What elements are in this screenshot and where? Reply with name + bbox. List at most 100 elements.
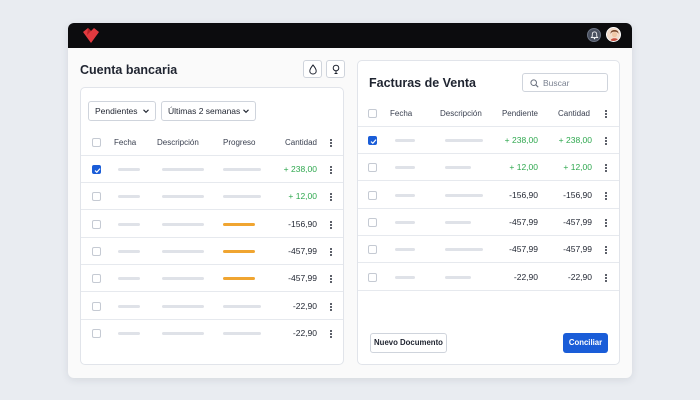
row-options-menu[interactable]: [605, 191, 608, 200]
row-checkbox[interactable]: [92, 328, 101, 338]
table-row[interactable]: -156,90 -156,90: [358, 182, 619, 209]
row-checkbox[interactable]: [92, 165, 101, 174]
search-box[interactable]: [522, 73, 608, 92]
select-all-checkbox[interactable]: [368, 109, 377, 118]
notifications-button[interactable]: [587, 28, 601, 42]
column-header-amount: Cantidad: [284, 138, 317, 147]
table-row[interactable]: -22,90: [81, 320, 343, 347]
date-placeholder: [118, 277, 140, 281]
column-options-menu[interactable]: [330, 139, 333, 147]
amount-value: -22,90: [292, 300, 317, 311]
amount-value: + 12,00: [288, 191, 317, 202]
new-document-button[interactable]: Nuevo Documento: [370, 333, 447, 353]
description-placeholder: [445, 275, 471, 279]
column-header-date: Fecha: [390, 109, 413, 118]
column-header-amount: Cantidad: [557, 109, 590, 118]
amount-value: -156,90: [563, 189, 592, 200]
row-options-menu[interactable]: [605, 273, 608, 282]
description-placeholder: [162, 222, 204, 226]
description-placeholder: [162, 249, 204, 253]
date-placeholder: [118, 222, 140, 226]
column-header-description: Descripción: [157, 138, 199, 147]
column-header-description: Descripción: [440, 109, 482, 118]
reconcile-button[interactable]: Conciliar: [563, 333, 608, 353]
avatar[interactable]: [606, 27, 621, 42]
description-placeholder: [162, 277, 204, 281]
date-placeholder: [118, 331, 140, 335]
pending-value: + 12,00: [509, 162, 538, 173]
table-row[interactable]: -22,90 -22,90: [358, 264, 619, 291]
amount-value: + 238,00: [283, 164, 317, 174]
row-checkbox[interactable]: [92, 274, 101, 284]
date-placeholder: [395, 166, 415, 170]
chevron-down-icon: [243, 109, 249, 114]
amount-value: -22,90: [567, 271, 592, 282]
drop-button[interactable]: [303, 60, 322, 78]
row-checkbox[interactable]: [368, 190, 377, 200]
select-all-checkbox[interactable]: [92, 138, 101, 147]
row-checkbox[interactable]: [368, 136, 377, 145]
row-checkbox[interactable]: [368, 245, 377, 255]
table-row[interactable]: + 238,00: [81, 156, 343, 183]
search-input[interactable]: [543, 76, 603, 90]
column-options-menu[interactable]: [605, 110, 608, 118]
row-options-menu[interactable]: [330, 275, 333, 284]
row-options-menu[interactable]: [330, 220, 333, 229]
row-options-menu[interactable]: [605, 137, 608, 145]
pending-value: -22,90: [513, 271, 538, 282]
row-options-menu[interactable]: [605, 164, 608, 173]
brand-logo-icon[interactable]: [82, 27, 100, 44]
amount-value: + 12,00: [563, 162, 592, 173]
date-placeholder: [395, 139, 415, 142]
progress-placeholder: [223, 168, 261, 171]
row-options-menu[interactable]: [330, 302, 333, 311]
table-row[interactable]: -457,99: [81, 265, 343, 293]
column-header-progress: Progreso: [223, 138, 256, 147]
row-checkbox[interactable]: [92, 219, 101, 229]
row-options-menu[interactable]: [605, 218, 608, 227]
column-header-pending: Pendiente: [501, 109, 538, 118]
row-checkbox[interactable]: [368, 217, 377, 227]
check-icon: [94, 168, 101, 174]
progress-placeholder: [223, 304, 261, 308]
table-row[interactable]: + 12,00 + 12,00: [358, 154, 619, 182]
pending-value: + 238,00: [504, 135, 538, 145]
table-row[interactable]: + 238,00 + 238,00: [358, 127, 619, 154]
table-row[interactable]: -457,99 -457,99: [358, 209, 619, 236]
row-checkbox[interactable]: [92, 192, 101, 202]
row-options-menu[interactable]: [605, 246, 608, 255]
pending-value: -156,90: [509, 189, 538, 200]
lightbulb-button[interactable]: [326, 60, 345, 78]
description-placeholder: [162, 304, 204, 308]
lightbulb-icon: [332, 64, 340, 74]
row-options-menu[interactable]: [330, 193, 333, 202]
table-row[interactable]: -156,90: [81, 211, 343, 238]
row-options-menu[interactable]: [330, 247, 333, 256]
description-placeholder: [162, 331, 204, 335]
user-avatar-icon: [607, 28, 620, 41]
description-placeholder: [445, 193, 483, 197]
table-row[interactable]: + 12,00: [81, 183, 343, 211]
row-checkbox[interactable]: [92, 246, 101, 256]
search-icon: [530, 79, 539, 88]
column-header-date: Fecha: [114, 138, 137, 147]
amount-value: -457,99: [563, 244, 592, 255]
row-checkbox[interactable]: [368, 272, 377, 282]
table-row[interactable]: -457,99: [81, 238, 343, 265]
row-options-menu[interactable]: [330, 329, 333, 338]
status-filter-value: Pendientes: [95, 106, 138, 116]
bank-transactions-panel: Pendientes Últimas 2 semanas Fecha Descr…: [80, 87, 344, 365]
amount-value: -457,99: [288, 273, 317, 284]
row-checkbox[interactable]: [368, 163, 377, 173]
row-checkbox[interactable]: [92, 301, 101, 311]
period-filter-value: Últimas 2 semanas: [168, 106, 241, 116]
table-row[interactable]: -22,90: [81, 293, 343, 320]
top-bar: [68, 23, 632, 48]
status-filter-dropdown[interactable]: Pendientes: [88, 101, 156, 121]
amount-value: -156,90: [288, 218, 317, 229]
date-placeholder: [395, 248, 415, 252]
period-filter-dropdown[interactable]: Últimas 2 semanas: [161, 101, 256, 121]
amount-value: -457,99: [563, 216, 592, 227]
row-options-menu[interactable]: [330, 166, 333, 174]
table-row[interactable]: -457,99 -457,99: [358, 236, 619, 264]
